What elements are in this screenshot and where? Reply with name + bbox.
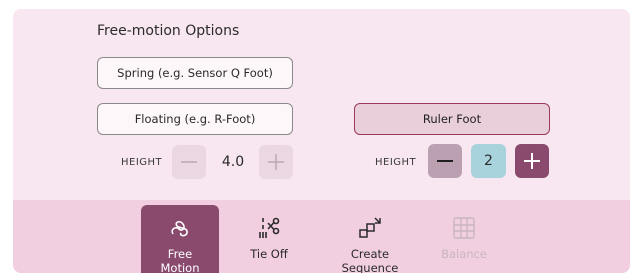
create-sequence-label-2: Sequence xyxy=(341,261,399,273)
height-value-left: 4.0 xyxy=(221,154,245,170)
balance-tool[interactable]: Balance xyxy=(425,205,503,273)
bottom-toolbar: Free Motion Tie Off Create Sequence Bala… xyxy=(13,200,630,273)
minus-icon xyxy=(181,161,197,163)
balance-icon xyxy=(453,217,475,239)
height-increase-button-right[interactable] xyxy=(515,144,549,178)
create-sequence-tool[interactable]: Create Sequence xyxy=(331,205,409,273)
height-decrease-button-right[interactable] xyxy=(428,144,462,178)
tie-off-icon xyxy=(259,217,280,238)
plus-icon xyxy=(524,153,540,169)
height-increase-button-left[interactable] xyxy=(259,145,293,179)
floating-option-button[interactable]: Floating (e.g. R-Foot) xyxy=(97,103,293,135)
free-motion-icon xyxy=(171,221,188,237)
tie-off-label: Tie Off xyxy=(250,247,288,261)
spring-option-button[interactable]: Spring (e.g. Sensor Q Foot) xyxy=(97,57,293,89)
free-motion-label-2: Motion xyxy=(160,261,200,273)
height-decrease-button-left[interactable] xyxy=(172,145,206,179)
height-label-left: HEIGHT xyxy=(121,157,163,168)
minus-icon xyxy=(437,160,453,162)
tie-off-tool[interactable]: Tie Off xyxy=(230,205,308,273)
spring-option-label: Spring (e.g. Sensor Q Foot) xyxy=(117,66,273,80)
create-sequence-label-1: Create xyxy=(350,247,390,261)
height-label-right: HEIGHT xyxy=(375,157,417,168)
free-motion-options-panel: Free-motion Options Spring (e.g. Sensor … xyxy=(13,9,630,273)
panel-title: Free-motion Options xyxy=(97,23,240,39)
height-value-right[interactable]: 2 xyxy=(471,144,506,178)
balance-label: Balance xyxy=(441,247,487,261)
floating-option-label: Floating (e.g. R-Foot) xyxy=(134,112,256,126)
ruler-foot-option-button[interactable]: Ruler Foot xyxy=(354,103,550,135)
free-motion-label-1: Free xyxy=(167,247,193,261)
create-sequence-icon xyxy=(359,217,381,238)
ruler-foot-option-label: Ruler Foot xyxy=(422,112,482,126)
free-motion-tool[interactable]: Free Motion xyxy=(141,205,219,273)
plus-icon xyxy=(268,154,284,170)
